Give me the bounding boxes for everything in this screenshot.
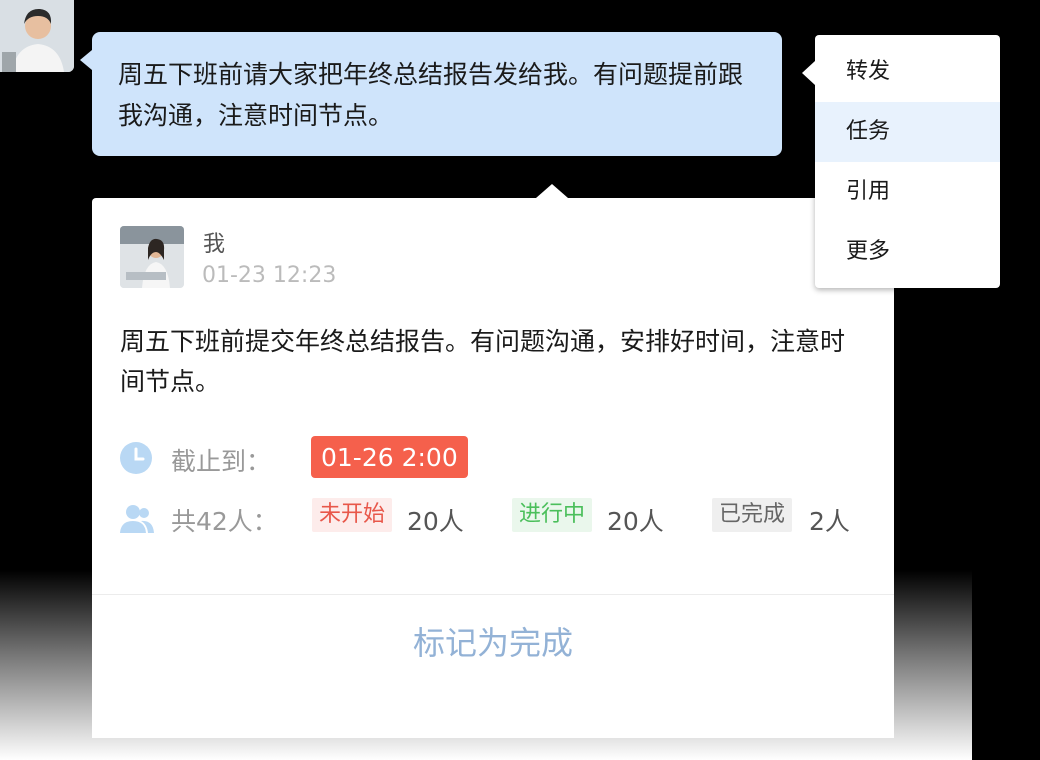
person-avatar-image [0,0,74,72]
chat-message-text: 周五下班前请大家把年终总结报告发给我。有问题提前跟我沟通，注意时间节点。 [118,60,744,130]
task-sender-name: 我 [203,232,226,257]
status-done-tag[interactable]: 已完成 [712,498,793,532]
chat-message-bubble[interactable]: 周五下班前请大家把年终总结报告发给我。有问题提前跟我沟通，注意时间节点。 [80,32,782,156]
participants-label: 共42人： [171,507,278,536]
task-creator-avatar [120,226,184,288]
task-content: 周五下班前提交年终总结报告。有问题沟通，安排好时间，注意时间节点。 [120,327,846,396]
deadline-label: 截止到： [171,447,272,476]
menu-item-more[interactable]: 更多 [815,222,1000,282]
status-done-count: 2人 [809,507,850,536]
task-card: 我 01-23 12:23 周五下班前提交年终总结报告。有问题沟通，安排好时间，… [92,184,894,738]
menu-item-quote[interactable]: 引用 [815,162,1000,222]
clock-icon [120,442,152,474]
menu-item-task[interactable]: 任务 [815,102,1000,162]
sender-avatar[interactable] [0,0,74,72]
card-bottom-fade [92,678,894,738]
card-divider [92,594,894,595]
creator-avatar-image [120,226,184,288]
context-menu: 转发 任务 引用 更多 [802,35,1000,288]
status-not-started-tag[interactable]: 未开始 [312,498,393,532]
status-not-started-count: 20人 [407,507,464,536]
mark-done-button[interactable]: 标记为完成 [92,618,894,664]
deadline-row: 截止到： 01-26 2:00 [120,436,880,480]
status-in-progress-count: 20人 [607,507,664,536]
menu-item-forward[interactable]: 转发 [815,42,1000,102]
people-icon [120,505,154,533]
task-time: 01-23 12:23 [202,263,337,288]
participants-row: 共42人： 未开始 20人 进行中 20人 已完成 2人 [120,496,880,540]
status-in-progress-tag[interactable]: 进行中 [512,498,593,532]
deadline-badge: 01-26 2:00 [311,436,468,478]
